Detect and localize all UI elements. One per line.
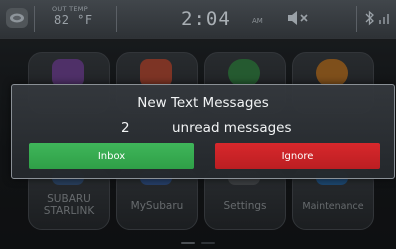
ignore-button-label: Ignore	[281, 150, 314, 162]
unread-message-text: unread messages	[172, 120, 292, 136]
bluetooth-icon	[365, 10, 374, 26]
outside-temp-label: OUT TEMP	[52, 5, 88, 13]
inbox-button[interactable]: Inbox	[29, 143, 194, 169]
clock-ampm: AM	[252, 17, 263, 25]
home-button[interactable]	[6, 8, 28, 28]
home-icon	[10, 13, 24, 23]
status-bar: OUT TEMP 82 °F 2:04 AM	[0, 0, 396, 39]
text-message-dialog: New Text Messages 2 unread messages Inbo…	[11, 84, 395, 179]
ignore-button[interactable]: Ignore	[215, 143, 380, 169]
dialog-title: New Text Messages	[137, 95, 269, 111]
status-divider	[116, 6, 117, 32]
status-divider	[356, 6, 357, 32]
clock-time: 2:04	[181, 8, 231, 30]
outside-temp-value: 82 °F	[54, 13, 93, 27]
status-divider	[34, 6, 35, 32]
infotainment-screen: OUT TEMP 82 °F 2:04 AM SUBARU STARLINK M…	[0, 0, 396, 249]
inbox-button-label: Inbox	[97, 150, 126, 162]
signal-icon	[379, 14, 389, 24]
mute-icon[interactable]	[286, 10, 312, 26]
unread-count: 2	[121, 120, 130, 136]
